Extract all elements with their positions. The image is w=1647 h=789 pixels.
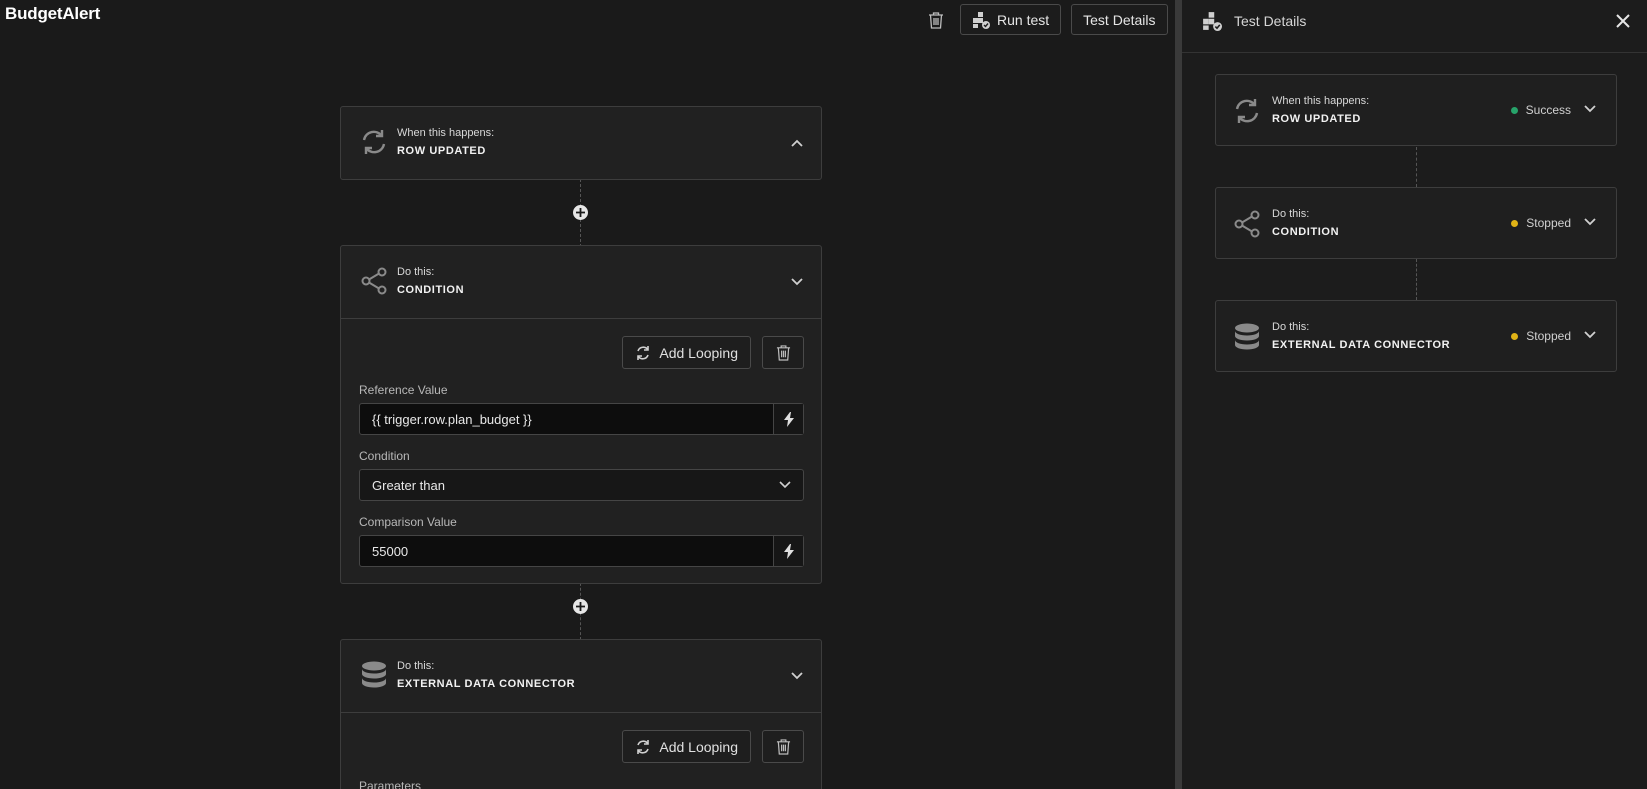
trash-icon	[929, 11, 943, 29]
plus-icon	[576, 208, 585, 217]
run-test-button[interactable]: Run test	[960, 4, 1062, 35]
plus-icon	[576, 602, 585, 611]
status-text: Stopped	[1526, 216, 1571, 230]
toolbar: Run test Test Details	[922, 4, 1168, 35]
close-icon	[1616, 14, 1630, 28]
refresh-icon	[359, 125, 389, 159]
parameters-label: Parameters	[359, 779, 422, 789]
step-name: EXTERNAL DATA CONNECTOR	[1272, 339, 1451, 351]
node-subtitle: When this happens:	[397, 127, 495, 139]
add-step-button-1[interactable]	[573, 205, 588, 220]
reference-value-input[interactable]	[360, 404, 773, 434]
panel-title: Test Details	[1234, 13, 1307, 29]
test-step-card[interactable]: When this happens: ROW UPDATED Success	[1215, 74, 1617, 146]
loop-icon	[637, 345, 650, 360]
node-name: EXTERNAL DATA CONNECTOR	[397, 678, 576, 690]
share-icon	[359, 264, 389, 298]
test-details-panel: Test Details When this happens: ROW UPDA…	[1182, 0, 1647, 789]
expand-button[interactable]	[1580, 325, 1600, 345]
status-text: Stopped	[1526, 329, 1571, 343]
database-icon	[1232, 320, 1262, 354]
expand-button[interactable]	[1580, 99, 1600, 119]
test-step-card[interactable]: Do this: CONDITION Stopped	[1215, 187, 1617, 259]
comparison-value-field	[359, 535, 804, 567]
run-test-label: Run test	[997, 11, 1050, 28]
delete-flow-button[interactable]	[922, 5, 950, 35]
chevron-down-icon	[1584, 218, 1596, 226]
step-subtitle: Do this:	[1272, 321, 1310, 333]
chevron-down-icon	[791, 672, 803, 680]
refresh-icon	[1232, 94, 1262, 128]
connector-line	[1416, 259, 1417, 300]
test-details-button[interactable]: Test Details	[1071, 4, 1168, 35]
trash-icon	[776, 345, 790, 361]
add-step-button-2[interactable]	[573, 599, 588, 614]
condition-selected-value: Greater than	[372, 477, 445, 493]
add-looping-label: Add Looping	[659, 738, 738, 755]
comparison-value-input[interactable]	[360, 536, 773, 566]
status-dot	[1511, 332, 1519, 340]
node-header[interactable]: Do this: EXTERNAL DATA CONNECTOR	[341, 640, 821, 712]
step-name: CONDITION	[1272, 226, 1340, 238]
chevron-down-icon	[779, 481, 791, 489]
close-panel-button[interactable]	[1613, 11, 1633, 31]
connector-line	[1416, 147, 1417, 187]
node-header[interactable]: Do this: CONDITION	[341, 246, 821, 318]
lightning-icon	[783, 411, 794, 427]
step-subtitle: Do this:	[1272, 208, 1310, 220]
panel-resize-handle[interactable]	[1175, 0, 1182, 789]
share-icon	[1232, 207, 1262, 241]
status-badge: Success	[1510, 103, 1571, 117]
test-step-card[interactable]: Do this: EXTERNAL DATA CONNECTOR Stopped	[1215, 300, 1617, 372]
condition-label: Condition	[359, 449, 410, 463]
node-body: Add Looping Parameters	[341, 712, 821, 789]
collapse-button[interactable]	[787, 133, 807, 153]
database-icon	[359, 658, 389, 692]
status-dot	[1510, 106, 1518, 114]
reference-value-label: Reference Value	[359, 383, 448, 397]
condition-select[interactable]: Greater than	[359, 469, 804, 501]
node-body: Add Looping Reference Value Condition Gr…	[341, 318, 821, 583]
insert-variable-button[interactable]	[773, 536, 803, 566]
node-subtitle: Do this:	[397, 266, 435, 278]
node-header[interactable]: When this happens: ROW UPDATED	[341, 107, 821, 179]
app-title: BudgetAlert	[5, 4, 101, 23]
expand-button[interactable]	[1580, 212, 1600, 232]
external-data-connector-node[interactable]: Do this: EXTERNAL DATA CONNECTOR Add Loo…	[340, 639, 822, 789]
node-name: CONDITION	[397, 284, 465, 296]
reference-value-field	[359, 403, 804, 435]
trigger-node[interactable]: When this happens: ROW UPDATED	[340, 106, 822, 180]
step-subtitle: When this happens:	[1272, 95, 1370, 107]
status-dot	[1511, 219, 1519, 227]
panel-header: Test Details	[1182, 0, 1647, 53]
lightning-icon	[783, 543, 794, 559]
add-looping-button[interactable]: Add Looping	[622, 336, 751, 369]
trash-icon	[776, 739, 790, 755]
add-looping-label: Add Looping	[659, 344, 738, 361]
status-badge: Stopped	[1511, 329, 1571, 343]
expand-button[interactable]	[787, 272, 807, 292]
chevron-down-icon	[1584, 105, 1596, 113]
status-text: Success	[1525, 103, 1571, 117]
step-name: ROW UPDATED	[1272, 113, 1361, 125]
chevron-up-icon	[791, 139, 803, 147]
node-name: ROW UPDATED	[397, 145, 486, 157]
comparison-value-label: Comparison Value	[359, 515, 457, 529]
loop-icon	[637, 739, 650, 754]
expand-button[interactable]	[787, 666, 807, 686]
delete-step-button[interactable]	[762, 336, 804, 369]
test-flask-icon	[1202, 11, 1222, 36]
test-details-label: Test Details	[1083, 11, 1156, 28]
status-badge: Stopped	[1511, 216, 1571, 230]
test-flask-icon	[973, 11, 990, 29]
chevron-down-icon	[1584, 331, 1596, 339]
delete-step-button[interactable]	[762, 730, 804, 763]
add-looping-button[interactable]: Add Looping	[622, 730, 751, 763]
chevron-down-icon	[791, 278, 803, 286]
condition-node[interactable]: Do this: CONDITION Add Looping Reference…	[340, 245, 822, 584]
insert-variable-button[interactable]	[773, 404, 803, 434]
node-subtitle: Do this:	[397, 660, 435, 672]
